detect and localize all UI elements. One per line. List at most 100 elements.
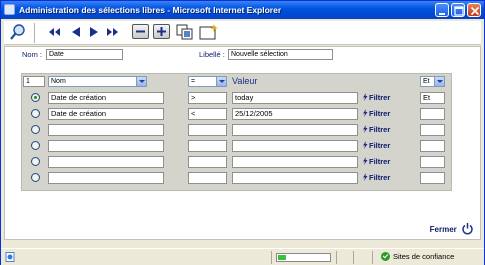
- content-panel: Nom : Date Libellé : Nouvelle sélection …: [4, 46, 481, 240]
- logic-cell[interactable]: [420, 124, 445, 136]
- field-cell[interactable]: [48, 156, 164, 168]
- field-cell[interactable]: [48, 140, 164, 152]
- ie-page-icon: [4, 4, 15, 15]
- index-field[interactable]: 1: [23, 76, 45, 87]
- logic-cell[interactable]: [420, 140, 445, 152]
- toolbar-separator: [34, 23, 35, 43]
- chevron-down-icon: [434, 77, 444, 86]
- filter-label: Filtrer: [369, 173, 391, 182]
- row-radio[interactable]: [31, 141, 40, 150]
- title-bar: Administration des sélections libres - M…: [1, 1, 484, 19]
- filter-button[interactable]: Filtrer: [362, 140, 390, 152]
- lightning-icon: [363, 141, 368, 149]
- security-zone: Sites de confiance: [381, 252, 454, 261]
- ie-page-icon: [5, 252, 15, 262]
- table-row: Date de création <25/12/2005 Filtrer: [22, 106, 453, 122]
- window-title: Administration des sélections libres - M…: [19, 5, 282, 15]
- filter-label: Filtrer: [369, 141, 391, 150]
- chevron-down-icon: [216, 77, 226, 86]
- status-bar: Sites de confiance: [1, 248, 484, 265]
- field-cell[interactable]: [48, 124, 164, 136]
- search-button[interactable]: [8, 23, 30, 42]
- field-select-value: Nom: [51, 78, 66, 85]
- field-select[interactable]: Nom: [48, 76, 147, 87]
- status-separator: [372, 251, 373, 264]
- operator-cell[interactable]: [188, 172, 227, 184]
- prev-icon[interactable]: [70, 26, 84, 38]
- status-separator: [353, 251, 354, 264]
- operator-cell[interactable]: <: [188, 108, 227, 120]
- operator-select[interactable]: =: [188, 76, 227, 87]
- lightning-icon: [363, 109, 368, 117]
- table-row: Filtrer: [22, 154, 453, 170]
- row-radio[interactable]: [31, 93, 40, 102]
- minimize-button[interactable]: [435, 3, 449, 17]
- add-button[interactable]: [153, 24, 170, 39]
- logic-cell[interactable]: [420, 108, 445, 120]
- lightning-icon: [363, 173, 368, 181]
- row-radio[interactable]: [31, 125, 40, 134]
- first-icon[interactable]: [48, 26, 62, 38]
- filter-label: Filtrer: [369, 157, 391, 166]
- new-icon[interactable]: [199, 23, 219, 41]
- table-row: Date de création > today Filtrer Et: [22, 90, 453, 106]
- power-icon: [462, 223, 473, 235]
- progress-fill: [278, 255, 286, 260]
- value-cell[interactable]: today: [232, 92, 358, 104]
- row-radio[interactable]: [31, 157, 40, 166]
- progress-bar: [276, 253, 331, 262]
- next-icon[interactable]: [88, 26, 102, 38]
- operator-cell[interactable]: >: [188, 92, 227, 104]
- last-icon[interactable]: [105, 26, 119, 38]
- libelle-field[interactable]: Nouvelle sélection: [228, 49, 333, 60]
- nom-field[interactable]: Date: [46, 49, 123, 60]
- operator-select-value: =: [191, 78, 196, 85]
- table-row: Filtrer: [22, 170, 453, 186]
- logic-cell[interactable]: Et: [420, 92, 445, 104]
- filter-label: Filtrer: [369, 109, 391, 118]
- operator-cell[interactable]: [188, 124, 227, 136]
- filter-button[interactable]: Filtrer: [362, 92, 390, 104]
- value-cell[interactable]: [232, 140, 358, 152]
- valeur-header: Valeur: [232, 76, 258, 86]
- field-cell[interactable]: Date de création: [48, 92, 164, 104]
- lightning-icon: [363, 125, 368, 133]
- close-button[interactable]: [467, 3, 481, 17]
- plus-icon: [157, 27, 166, 36]
- security-zone-label: Sites de confiance: [393, 252, 455, 261]
- value-cell[interactable]: 25/12/2005: [232, 108, 358, 120]
- logic-cell[interactable]: [420, 172, 445, 184]
- value-cell[interactable]: [232, 156, 358, 168]
- close-form-button[interactable]: Fermer: [430, 222, 474, 235]
- maximize-button[interactable]: [451, 3, 465, 17]
- minus-icon: [136, 30, 145, 33]
- chevron-down-icon: [136, 77, 146, 86]
- minimize-icon: [439, 13, 445, 15]
- browser-window: Administration des sélections libres - M…: [0, 0, 485, 265]
- row-radio[interactable]: [31, 109, 40, 118]
- row-radio[interactable]: [31, 173, 40, 182]
- operator-cell[interactable]: [188, 156, 227, 168]
- status-separator: [336, 251, 337, 264]
- filter-button[interactable]: Filtrer: [362, 108, 390, 120]
- value-cell[interactable]: [232, 172, 358, 184]
- filter-label: Filtrer: [369, 93, 391, 102]
- table-row: Filtrer: [22, 122, 453, 138]
- value-cell[interactable]: [232, 124, 358, 136]
- lightning-icon: [363, 157, 368, 165]
- logic-select-value: Et: [423, 78, 430, 85]
- copy-icon[interactable]: [176, 24, 194, 40]
- operator-cell[interactable]: [188, 140, 227, 152]
- table-row: Filtrer: [22, 138, 453, 154]
- remove-button[interactable]: [132, 24, 149, 39]
- status-separator: [271, 251, 272, 264]
- field-cell[interactable]: [48, 172, 164, 184]
- logic-cell[interactable]: [420, 156, 445, 168]
- logic-select[interactable]: Et: [420, 76, 445, 87]
- maximize-icon: [454, 6, 464, 16]
- toolbar: [4, 21, 481, 45]
- field-cell[interactable]: Date de création: [48, 108, 164, 120]
- filter-button[interactable]: Filtrer: [362, 172, 390, 184]
- filter-button[interactable]: Filtrer: [362, 156, 390, 168]
- filter-button[interactable]: Filtrer: [362, 124, 390, 136]
